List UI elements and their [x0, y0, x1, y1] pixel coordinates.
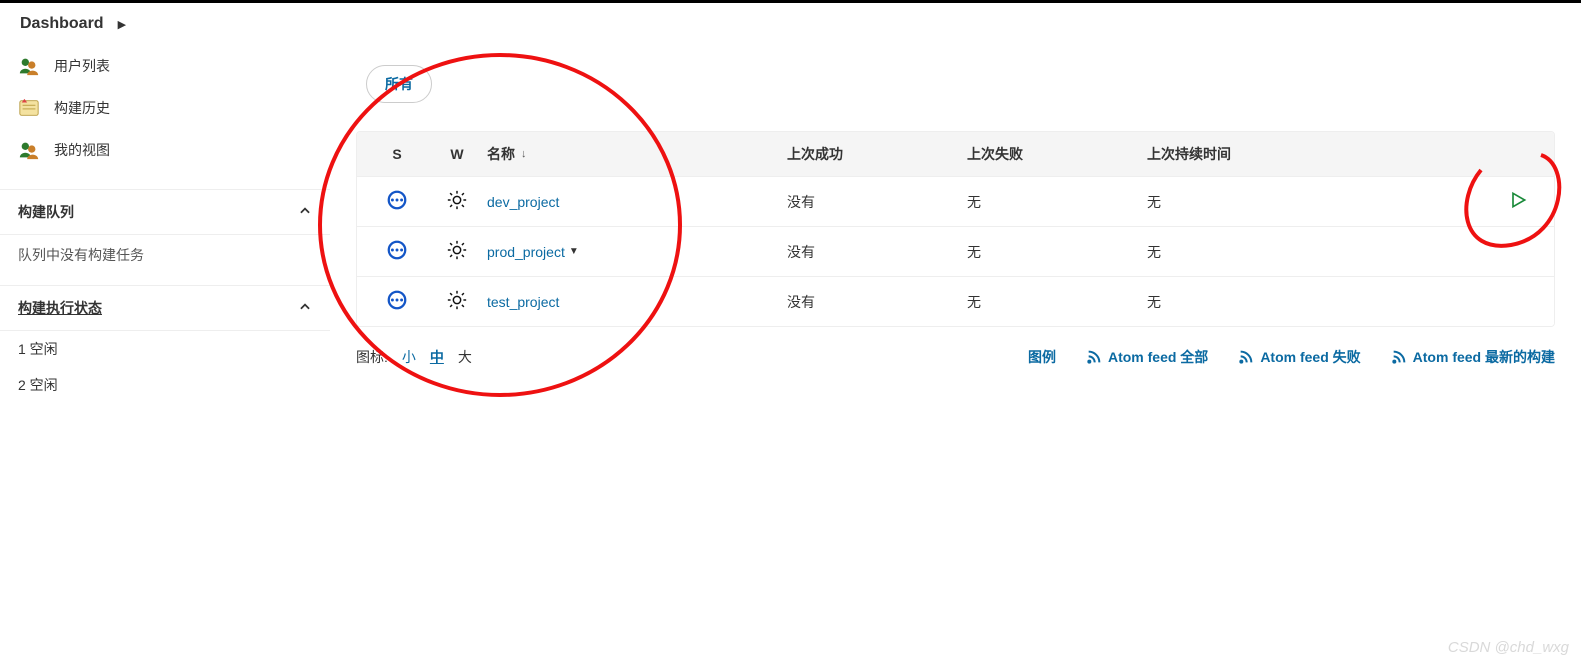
col-header-weather[interactable]: W — [427, 146, 487, 162]
col-header-last-duration[interactable]: 上次持续时间 — [1147, 144, 1454, 164]
size-small[interactable]: 小 — [402, 347, 416, 367]
table-row: prod_project ▼没有无无 — [357, 226, 1554, 276]
watermark: CSDN @chd_wxg — [1448, 639, 1569, 656]
breadcrumb: Dashboard ▶ — [0, 3, 1581, 45]
size-large[interactable]: 大 — [458, 347, 472, 367]
weather-sunny-icon[interactable] — [446, 289, 468, 311]
atom-feed-fail[interactable]: Atom feed 失败 — [1238, 347, 1360, 367]
last-success: 没有 — [787, 292, 967, 312]
executor-item: 1 空闲 — [0, 331, 330, 367]
table-row: dev_project没有无无 — [357, 176, 1554, 226]
sidebar-item-label: 用户列表 — [54, 56, 110, 76]
rss-icon — [1238, 349, 1254, 365]
last-failure: 无 — [967, 192, 1147, 212]
chevron-up-icon — [298, 300, 312, 317]
col-header-last-success[interactable]: 上次成功 — [787, 144, 967, 164]
sidebar-item-label: 我的视图 — [54, 140, 110, 160]
rss-icon — [1391, 349, 1407, 365]
last-duration: 无 — [1147, 192, 1454, 212]
last-success: 没有 — [787, 192, 967, 212]
status-notbuilt-icon[interactable] — [386, 189, 408, 211]
weather-sunny-icon[interactable] — [446, 189, 468, 211]
status-notbuilt-icon[interactable] — [386, 289, 408, 311]
weather-sunny-icon[interactable] — [446, 239, 468, 261]
chevron-down-icon[interactable]: ▼ — [569, 246, 579, 257]
table-row: test_project没有无无 — [357, 276, 1554, 326]
last-success: 没有 — [787, 242, 967, 262]
chevron-right-icon: ▶ — [118, 18, 126, 31]
col-header-last-failure[interactable]: 上次失败 — [967, 144, 1147, 164]
sidebar: 用户列表 构建历史 我的视图 构建队列 队列中没有构建任务 构建执行状态 — [0, 45, 330, 403]
sidebar-item-my-views[interactable]: 我的视图 — [0, 129, 330, 171]
col-header-name[interactable]: 名称 ↓ — [487, 144, 787, 164]
executor-item: 2 空闲 — [0, 367, 330, 403]
sort-down-icon: ↓ — [521, 148, 527, 160]
legend-link[interactable]: 图例 — [1028, 347, 1056, 367]
build-queue-header[interactable]: 构建队列 — [0, 189, 330, 235]
job-name-link[interactable]: test_project — [487, 294, 559, 310]
build-queue-empty: 队列中没有构建任务 — [0, 235, 330, 275]
size-medium[interactable]: 中 — [430, 347, 444, 367]
table-header-row: S W 名称 ↓ 上次成功 上次失败 上次持续时间 — [357, 132, 1554, 176]
page-title[interactable]: Dashboard — [20, 15, 104, 33]
atom-feed-all[interactable]: Atom feed 全部 — [1086, 347, 1208, 367]
job-name-link[interactable]: dev_project — [487, 194, 559, 210]
rss-icon — [1086, 349, 1102, 365]
job-name-link[interactable]: prod_project ▼ — [487, 244, 579, 260]
users-icon — [18, 55, 40, 77]
build-now-button[interactable] — [1508, 190, 1528, 210]
last-duration: 无 — [1147, 242, 1454, 262]
job-table: S W 名称 ↓ 上次成功 上次失败 上次持续时间 dev_project没有无… — [356, 131, 1555, 327]
history-icon — [18, 97, 40, 119]
users-icon — [18, 139, 40, 161]
last-duration: 无 — [1147, 292, 1454, 312]
col-header-status[interactable]: S — [367, 146, 427, 162]
atom-feed-latest[interactable]: Atom feed 最新的构建 — [1391, 347, 1555, 367]
chevron-up-icon — [298, 204, 312, 221]
main-content: 所有 S W 名称 ↓ 上次成功 上次失败 上次持续时间 dev_project… — [330, 45, 1581, 403]
sidebar-item-label: 构建历史 — [54, 98, 110, 118]
sidebar-item-build-history[interactable]: 构建历史 — [0, 87, 330, 129]
sidebar-item-users[interactable]: 用户列表 — [0, 45, 330, 87]
last-failure: 无 — [967, 292, 1147, 312]
last-failure: 无 — [967, 242, 1147, 262]
executor-status-header[interactable]: 构建执行状态 — [0, 285, 330, 331]
status-notbuilt-icon[interactable] — [386, 239, 408, 261]
tab-all[interactable]: 所有 — [366, 65, 432, 103]
icon-size-picker: 图标: 小 中 大 — [356, 347, 472, 367]
